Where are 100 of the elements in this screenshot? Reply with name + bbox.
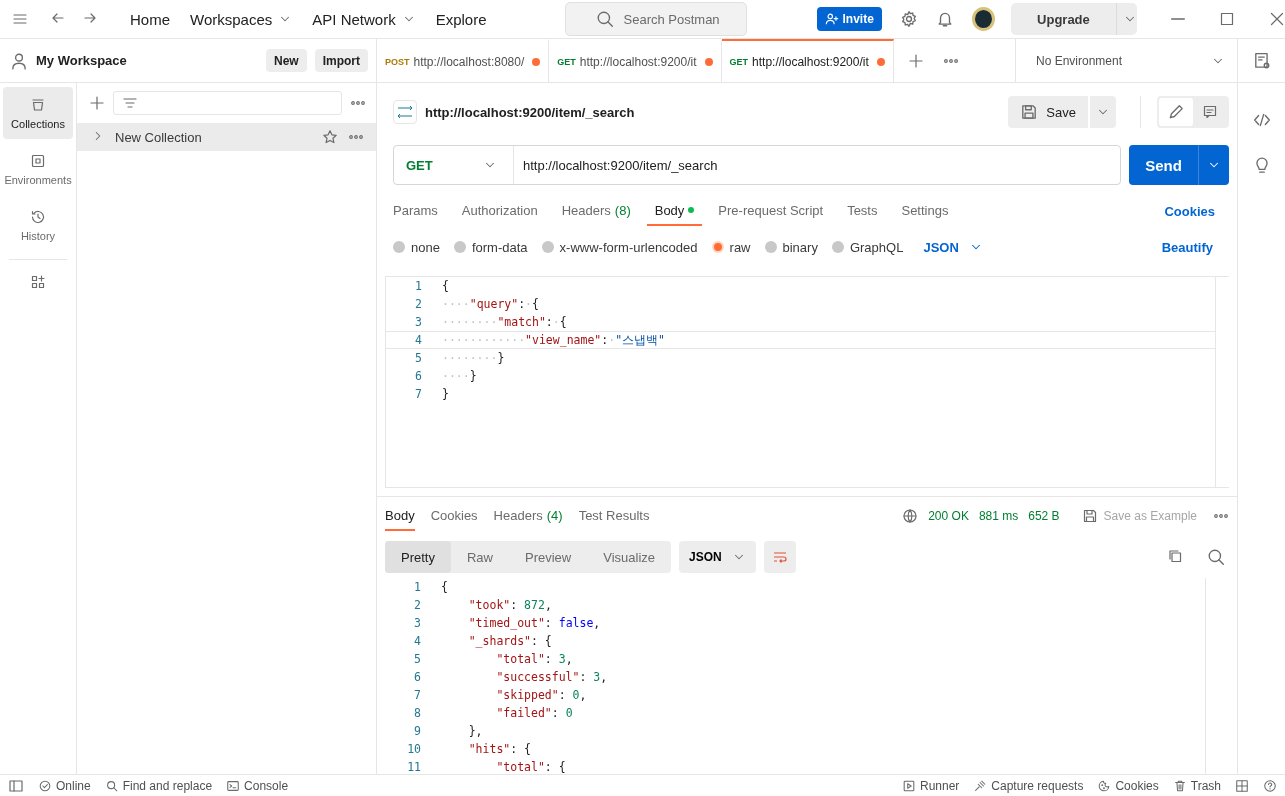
collections-icon: [30, 96, 46, 113]
status-bar-item[interactable]: Capture requests: [973, 778, 1084, 793]
request-tab[interactable]: POST http://localhost:8080/: [377, 39, 550, 82]
whitespace-marker: ····: [442, 369, 470, 383]
body-type-radio[interactable]: binary: [764, 239, 818, 255]
body-type-radio[interactable]: GraphQL: [831, 239, 904, 255]
code-token: 3: [593, 670, 601, 684]
cookies-link[interactable]: Cookies: [1158, 202, 1221, 220]
line-number: 1: [413, 580, 422, 594]
code-token: "failed": [495, 706, 552, 720]
status-bar-item[interactable]: Trash: [1172, 778, 1221, 793]
body-type-radio[interactable]: x-www-form-urlencoded: [541, 239, 698, 255]
body-type-radio[interactable]: none: [393, 239, 440, 255]
code-token: "query": [469, 297, 519, 311]
response-tab[interactable]: Cookies: [430, 501, 478, 531]
collection-row[interactable]: New Collection: [77, 123, 376, 151]
sidebar-item[interactable]: History: [3, 199, 73, 251]
online-icon: [38, 778, 52, 793]
view-tab[interactable]: Pretty: [385, 541, 451, 573]
status-bar-item[interactable]: Find and replace: [104, 778, 213, 793]
help-icon: [1263, 778, 1277, 793]
code-editor[interactable]: 1 { 2 ····"query":·{ 3 ········"match":·{ 4 ············"view_name":·"스냅백" 5 ········} 6 ····} 7 }: [385, 276, 1229, 488]
search-icon: [595, 10, 614, 28]
request-url-bar[interactable]: GET http://localhost:9200/item/_search: [393, 145, 1121, 185]
view-tab[interactable]: Visualize: [587, 541, 672, 573]
whitespace-marker: ·: [552, 315, 560, 329]
request-option-tab[interactable]: Authorization: [453, 196, 546, 226]
code-token: 3: [558, 652, 566, 666]
maximize-icon: [1219, 11, 1235, 27]
import-button[interactable]: Import: [314, 49, 368, 72]
code-token: :: [510, 598, 519, 612]
code-token: : {: [510, 742, 532, 756]
code-token: }: [469, 369, 477, 383]
response-size: 652 B: [1028, 509, 1060, 523]
body-type-radio[interactable]: form-data: [453, 239, 528, 255]
request-option-tab[interactable]: Pre-request Script: [710, 196, 832, 226]
line-number: 5: [414, 351, 423, 365]
request-tab[interactable]: GET http://localhost:9200/it: [549, 39, 722, 82]
code-token: {: [442, 279, 449, 293]
globe-icon: [902, 508, 919, 524]
nav-link[interactable]: Workspaces: [182, 6, 301, 32]
add-user-icon: [824, 12, 839, 26]
search-field[interactable]: Search Postman: [564, 2, 747, 36]
search-input[interactable]: Search Postman: [621, 10, 732, 28]
code-token: 872: [524, 598, 545, 612]
request-option-tab[interactable]: Params: [393, 196, 446, 226]
code-token: "스냅백": [615, 332, 665, 348]
sidebar-item[interactable]: Collections: [3, 87, 73, 139]
code-token: ,: [593, 616, 601, 630]
environment-dropdown[interactable]: No Environment: [1015, 39, 1237, 82]
code-token: ,: [600, 670, 608, 684]
filter-field[interactable]: [113, 91, 342, 115]
code-token: "total": [495, 760, 545, 774]
invite-button[interactable]: Invite: [816, 7, 882, 31]
collection-name: New Collection: [115, 129, 203, 145]
response-tab[interactable]: Headers (4): [493, 501, 563, 531]
nav-link[interactable]: Home: [122, 6, 178, 32]
status-bar-item[interactable]: Cookies: [1097, 778, 1159, 793]
copy-icon: [1167, 548, 1183, 564]
nav-link[interactable]: Explore: [427, 6, 495, 32]
code-token: : {: [531, 634, 552, 648]
response-tab[interactable]: Test Results: [578, 501, 650, 531]
nav-link[interactable]: API Network: [304, 6, 424, 32]
response-time: 881 ms: [978, 509, 1019, 523]
body-type-radio[interactable]: raw: [711, 239, 751, 255]
format-dropdown[interactable]: JSON: [917, 238, 989, 256]
response-tab[interactable]: Body: [385, 501, 415, 531]
status-code: 200 OK: [928, 509, 969, 523]
request-option-tab[interactable]: Settings: [893, 196, 957, 226]
code-token: "_shards": [467, 634, 531, 648]
request-option-tab[interactable]: Headers (8): [553, 196, 639, 226]
line-number: 7: [414, 387, 423, 401]
star-icon: [322, 129, 338, 145]
user-icon: [10, 51, 28, 70]
view-tab[interactable]: Preview: [509, 541, 588, 573]
close-icon: [1269, 11, 1285, 27]
code-token: {: [532, 297, 539, 311]
wrap-lines-button[interactable]: [763, 541, 796, 573]
code-token: "match": [497, 315, 546, 329]
code-token: 0: [565, 706, 573, 720]
minimize-icon: [1171, 18, 1185, 20]
code-token: "hits": [467, 742, 511, 756]
code-token: :: [601, 333, 609, 347]
history-icon: [30, 208, 46, 225]
new-button[interactable]: New: [265, 49, 307, 72]
status-bar-item[interactable]: Online: [38, 778, 91, 793]
view-tab[interactable]: Raw: [450, 541, 509, 573]
avatar[interactable]: [971, 7, 996, 31]
apps-grid-icon: [30, 274, 46, 290]
request-option-tab[interactable]: Body: [646, 196, 703, 226]
format-dropdown[interactable]: JSON: [679, 541, 756, 573]
request-option-tab[interactable]: Tests: [839, 196, 886, 226]
filter-icon: [122, 95, 138, 111]
sidebar-item[interactable]: Environments: [3, 143, 73, 195]
save-icon: [1081, 508, 1098, 524]
status-bar-item[interactable]: Runner: [902, 778, 960, 793]
request-tab[interactable]: GET http://localhost:9200/it: [721, 39, 894, 82]
more-icon: [943, 58, 958, 63]
status-bar-item[interactable]: Console: [226, 778, 289, 793]
beautify-link[interactable]: Beautify: [1155, 238, 1219, 256]
